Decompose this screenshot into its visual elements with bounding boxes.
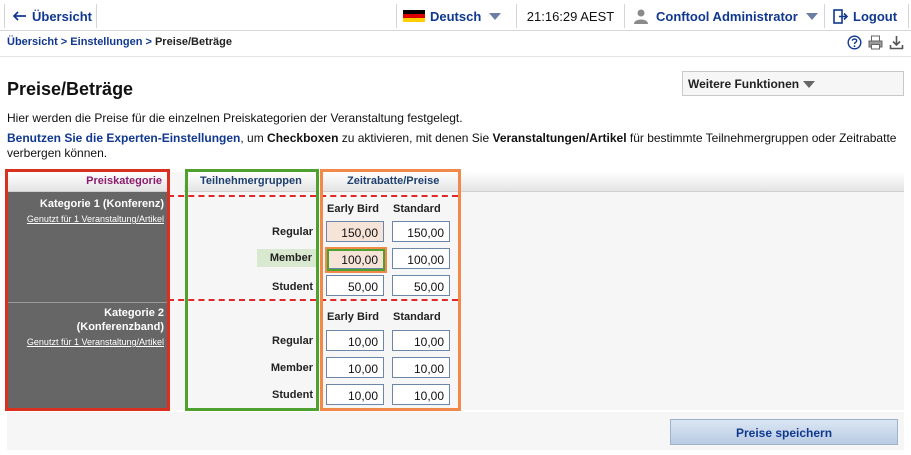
breadcrumb: Übersicht > Einstellungen > Preise/Beträ… [7, 36, 232, 48]
breadcrumb-item-overview[interactable]: Übersicht [7, 36, 58, 48]
price-cat2-member-standard[interactable] [392, 357, 450, 378]
chevron-down-icon [489, 12, 502, 20]
price-cat2-regular-standard[interactable] [392, 330, 450, 351]
header-category-label: Preiskategorie [86, 175, 162, 187]
language-label: Deutsch [430, 8, 482, 24]
help-icon[interactable] [847, 35, 862, 50]
expert-text: zu aktivieren, mit denen Sie [338, 131, 493, 145]
user-icon [634, 9, 648, 24]
category-2-title-line2: (Konferenzband) [76, 321, 164, 333]
more-functions-dropdown[interactable]: Weitere Funktionen [682, 71, 904, 96]
intro-text: Hier werden die Preise für die einzelnen… [7, 111, 463, 125]
price-cat1-student-standard[interactable] [392, 275, 450, 296]
col-early-bird: Early Bird [327, 203, 379, 215]
price-cat1-member-standard[interactable] [392, 248, 450, 269]
clock: 21:16:29 AEST [516, 4, 625, 28]
group-regular: Regular [272, 335, 313, 347]
arrow-left-icon [13, 11, 26, 21]
col-standard: Standard [393, 203, 441, 215]
page-tools [847, 35, 904, 50]
more-functions-label: Weitere Funktionen [688, 77, 800, 91]
price-cat1-member-earlybird[interactable] [326, 248, 384, 269]
price-cat2-student-standard[interactable] [392, 384, 450, 405]
group-member: Member [257, 249, 317, 267]
user-label: Conftool Administrator [656, 8, 798, 24]
header-category: Preiskategorie [7, 172, 168, 192]
group-student: Student [272, 389, 313, 401]
breadcrumb-bar: Übersicht > Einstellungen > Preise/Beträ… [0, 31, 911, 57]
chevron-down-icon [803, 81, 816, 89]
breadcrumb-separator: > [142, 36, 155, 48]
price-cat1-regular-earlybird[interactable] [326, 221, 384, 242]
breadcrumb-separator: > [57, 36, 71, 48]
price-table: Preiskategorie Teilnehmergruppen Zeitrab… [7, 172, 904, 410]
header-discounts-label: Zeitrabatte/Preise [347, 175, 440, 187]
price-cat2-student-earlybird[interactable] [326, 384, 384, 405]
group-regular: Regular [272, 226, 313, 238]
category-1-title: Kategorie 1 (Konferenz) [39, 198, 164, 210]
home-link[interactable]: Übersicht [4, 4, 97, 28]
category-1-usage-link[interactable]: Genutzt für 1 Veranstaltung/Artikel [7, 214, 164, 224]
page-title: Preise/Beträge [7, 79, 134, 99]
category-1-top-marker [168, 195, 458, 197]
category-2-usage-link[interactable]: Genutzt für 1 Veranstaltung/Artikel [7, 337, 164, 347]
price-cat2-member-earlybird[interactable] [326, 357, 384, 378]
language-select[interactable]: Deutsch [396, 4, 516, 28]
category-column: Kategorie 1 (Konferenz) Genutzt für 1 Ve… [7, 192, 168, 410]
user-menu[interactable]: Conftool Administrator [625, 4, 825, 28]
breadcrumb-item-settings[interactable]: Einstellungen [70, 36, 142, 48]
save-prices-button[interactable]: Preise speichern [670, 419, 898, 445]
german-flag-icon [403, 9, 425, 23]
expert-settings-link[interactable]: Benutzen Sie die Experten-Einstellungen [7, 131, 240, 145]
print-icon[interactable] [868, 35, 883, 50]
expert-text: , um [240, 131, 268, 145]
category-1: Kategorie 1 (Konferenz) Genutzt für 1 Ve… [7, 197, 168, 224]
price-cat1-regular-standard[interactable] [392, 221, 450, 242]
category-2: Kategorie 2 (Konferenzband) Genutzt für … [7, 306, 168, 347]
category-2-top-marker [168, 299, 458, 301]
expert-hint: Benutzen Sie die Experten-Einstellungen,… [7, 131, 897, 161]
header-discounts: Zeitrabatte/Preise [323, 172, 904, 192]
col-standard: Standard [393, 311, 441, 323]
expert-bold-events: Veranstaltungen/Artikel [492, 131, 627, 145]
group-student: Student [272, 281, 313, 293]
price-cat1-student-earlybird[interactable] [326, 275, 384, 296]
category-2-title-line1: Kategorie 2 [104, 307, 164, 319]
logout-icon [833, 8, 848, 24]
col-early-bird: Early Bird [327, 311, 379, 323]
header-groups: Teilnehmergruppen [184, 172, 319, 192]
breadcrumb-current: Preise/Beträge [154, 36, 233, 48]
expert-bold-checkboxes: Checkboxen [267, 131, 339, 145]
group-member: Member [270, 362, 313, 374]
category-divider [7, 302, 168, 303]
home-label: Übersicht [32, 8, 92, 24]
price-cat2-regular-earlybird[interactable] [326, 330, 384, 351]
top-bar: Übersicht Deutsch 21:16:29 AEST Conftool… [0, 0, 911, 31]
chevron-down-icon [805, 12, 818, 20]
logout-label: Logout [853, 8, 898, 24]
logout-button[interactable]: Logout [825, 4, 909, 28]
header-groups-label: Teilnehmergruppen [200, 175, 302, 187]
download-icon[interactable] [889, 35, 904, 50]
